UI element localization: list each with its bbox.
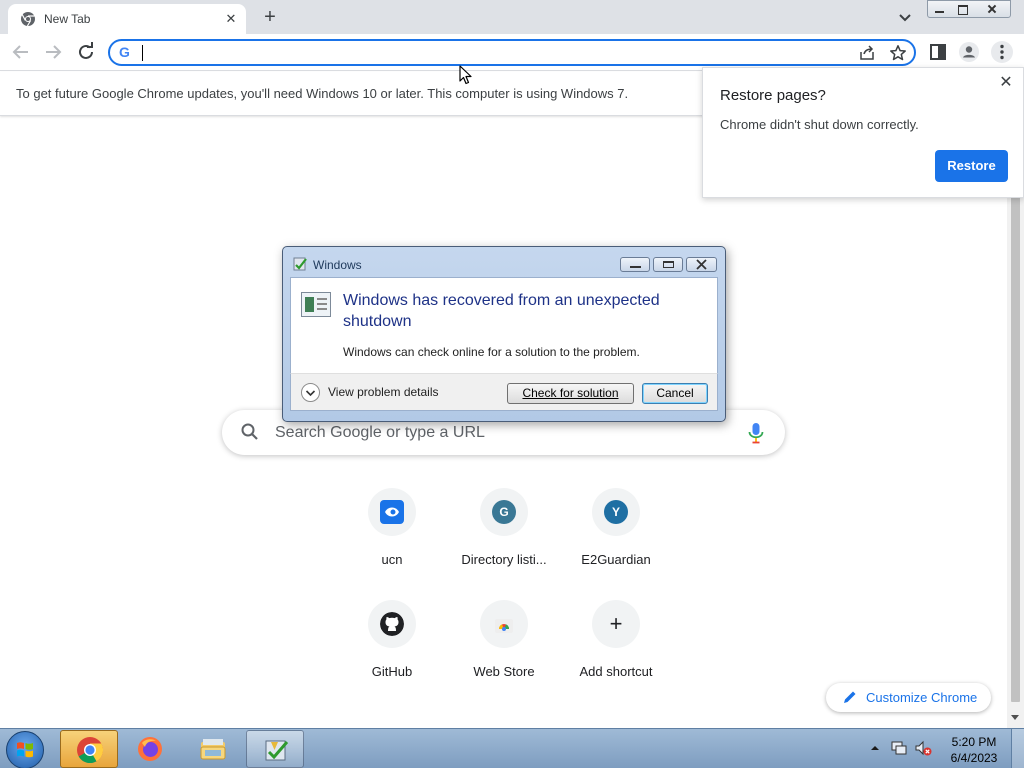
back-arrow-icon[interactable] bbox=[9, 40, 33, 64]
shortcut-tile bbox=[368, 488, 416, 536]
mouse-pointer-icon bbox=[459, 65, 472, 85]
shortcut-github[interactable]: GitHub bbox=[336, 600, 448, 712]
firefox-icon bbox=[138, 737, 162, 761]
volume-muted-icon[interactable] bbox=[914, 739, 932, 757]
dialog-heading: Windows has recovered from an unexpected… bbox=[343, 292, 660, 330]
share-icon[interactable] bbox=[858, 44, 876, 62]
tab-strip: New Tab ✕ + bbox=[0, 0, 1024, 34]
shortcut-tile: G bbox=[480, 488, 528, 536]
customize-label: Customize Chrome bbox=[866, 690, 978, 705]
chrome-icon bbox=[21, 12, 35, 27]
view-problem-details-link[interactable]: View problem details bbox=[328, 385, 439, 399]
shortcut-tile bbox=[368, 600, 416, 648]
tab-search-chevron-down-icon[interactable] bbox=[894, 6, 916, 28]
tab-close-icon[interactable]: ✕ bbox=[222, 10, 240, 28]
taskbar-firefox[interactable] bbox=[121, 730, 179, 768]
shortcut-directory-listing[interactable]: G Directory listi... bbox=[448, 488, 560, 600]
shortcut-label: Web Store bbox=[473, 664, 535, 679]
plus-icon: + bbox=[609, 611, 623, 636]
windows-taskbar: 5:20 PM 6/4/2023 bbox=[0, 728, 1024, 768]
tray-overflow-chevron-up-icon[interactable] bbox=[866, 739, 884, 757]
web-store-icon bbox=[495, 619, 513, 633]
dialog-minimize-button[interactable] bbox=[620, 257, 650, 272]
window-document-icon bbox=[301, 292, 331, 317]
close-window-button[interactable] bbox=[974, 1, 1010, 17]
show-desktop-button[interactable] bbox=[1011, 729, 1024, 768]
taskbar-clock[interactable]: 5:20 PM 6/4/2023 bbox=[944, 734, 1004, 766]
dialog-window-title: Windows bbox=[313, 258, 362, 272]
new-tab-button[interactable]: + bbox=[258, 5, 282, 29]
clock-time: 5:20 PM bbox=[951, 735, 997, 749]
profile-person-icon[interactable] bbox=[957, 40, 981, 64]
cancel-button[interactable]: Cancel bbox=[642, 383, 708, 404]
infobar-message: To get future Google Chrome updates, you… bbox=[16, 86, 629, 101]
bookmark-star-icon[interactable] bbox=[889, 44, 907, 62]
tab-title: New Tab bbox=[44, 12, 91, 26]
file-explorer-icon bbox=[200, 739, 226, 760]
restore-title: Restore pages? bbox=[720, 87, 826, 104]
restore-pages-bubble: Restore pages? ✕ Chrome didn't shut down… bbox=[702, 67, 1024, 198]
forward-arrow-icon[interactable] bbox=[41, 40, 65, 64]
shortcut-label: Add shortcut bbox=[579, 664, 653, 679]
shortcut-label: ucn bbox=[381, 552, 403, 567]
check-for-solution-button[interactable]: Check for solution bbox=[507, 383, 634, 404]
scroll-down-arrow-icon[interactable] bbox=[1011, 715, 1019, 720]
tab-new-tab[interactable]: New Tab ✕ bbox=[8, 4, 246, 34]
microphone-icon[interactable] bbox=[745, 421, 767, 445]
dialog-close-button[interactable] bbox=[686, 257, 717, 272]
expand-chevron-down-icon[interactable] bbox=[301, 383, 320, 402]
dialog-message: Windows can check online for a solution … bbox=[343, 345, 640, 359]
dialog-content: Windows has recovered from an unexpected… bbox=[290, 277, 718, 373]
omnibox[interactable]: G bbox=[108, 39, 916, 66]
shortcut-label: Directory listi... bbox=[461, 552, 547, 567]
page-scrollbar[interactable] bbox=[1007, 117, 1024, 728]
letter-y-icon: Y bbox=[604, 500, 628, 524]
customize-chrome-button[interactable]: Customize Chrome bbox=[826, 683, 991, 712]
windows-recovery-dialog: Windows Windows has recovered from an un… bbox=[282, 246, 726, 422]
text-cursor bbox=[142, 45, 143, 61]
start-button[interactable] bbox=[6, 731, 44, 768]
shortcut-web-store[interactable]: Web Store bbox=[448, 600, 560, 712]
shortcut-label: E2Guardian bbox=[581, 552, 651, 567]
clock-date: 6/4/2023 bbox=[950, 751, 998, 765]
shortcut-tile bbox=[480, 600, 528, 648]
shortcut-label: GitHub bbox=[371, 664, 413, 679]
taskbar-action-center[interactable] bbox=[246, 730, 304, 768]
google-g-icon: G bbox=[119, 44, 130, 60]
letter-g-icon: G bbox=[492, 500, 516, 524]
restore-message: Chrome didn't shut down correctly. bbox=[720, 117, 919, 132]
side-panel-icon[interactable] bbox=[926, 40, 950, 64]
action-center-icon bbox=[265, 740, 289, 761]
network-icon[interactable] bbox=[890, 739, 908, 757]
shortcut-tile: Y bbox=[592, 488, 640, 536]
maximize-button[interactable] bbox=[951, 1, 974, 17]
window-controls bbox=[927, 0, 1011, 18]
windows-logo-icon bbox=[17, 742, 33, 758]
minimize-button[interactable] bbox=[928, 1, 951, 17]
dialog-footer: View problem details Check for solution … bbox=[290, 373, 718, 411]
kebab-menu-icon[interactable] bbox=[990, 40, 1014, 64]
shortcut-add[interactable]: + Add shortcut bbox=[560, 600, 672, 712]
shortcut-e2guardian[interactable]: Y E2Guardian bbox=[560, 488, 672, 600]
browser-toolbar: G bbox=[0, 34, 1024, 71]
scrollbar-thumb[interactable] bbox=[1011, 197, 1020, 702]
search-placeholder: Search Google or type a URL bbox=[275, 424, 485, 441]
taskbar-file-explorer[interactable] bbox=[184, 730, 242, 768]
pencil-icon bbox=[844, 691, 856, 703]
action-center-flag-icon bbox=[293, 257, 307, 271]
search-icon bbox=[241, 423, 258, 440]
shortcut-tile: + bbox=[592, 600, 640, 648]
chrome-icon bbox=[77, 737, 104, 764]
shortcut-ucn[interactable]: ucn bbox=[336, 488, 448, 600]
dialog-maximize-button[interactable] bbox=[653, 257, 683, 272]
restore-button[interactable]: Restore bbox=[935, 150, 1008, 182]
reload-icon[interactable] bbox=[74, 40, 98, 64]
restore-close-icon[interactable]: ✕ bbox=[997, 74, 1015, 92]
ucn-icon bbox=[380, 500, 404, 524]
github-icon bbox=[380, 612, 404, 636]
taskbar-chrome[interactable] bbox=[60, 730, 118, 768]
